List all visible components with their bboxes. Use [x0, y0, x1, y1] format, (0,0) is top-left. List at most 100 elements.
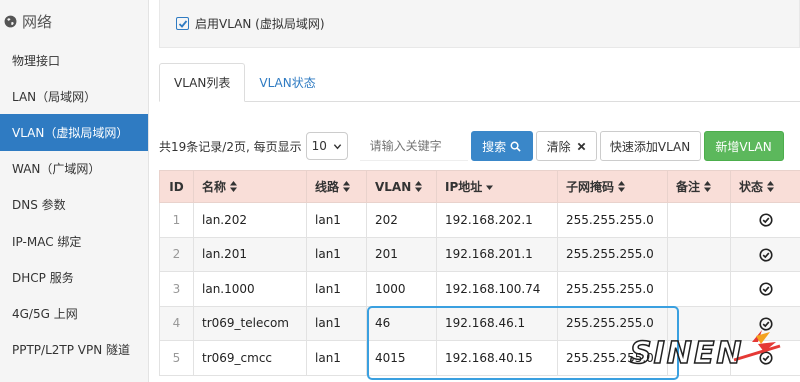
sidebar-item[interactable]: 物理接口 — [0, 42, 148, 78]
col-header-vlan[interactable]: VLAN — [366, 170, 437, 203]
cell-line: lan1 — [306, 271, 367, 307]
cell-vlan: 46 — [366, 305, 437, 341]
watermark-text: SINEN — [629, 335, 744, 372]
sidebar-item[interactable]: WAN（广域网） — [0, 151, 148, 187]
col-header-ip[interactable]: IP地址 — [436, 170, 558, 203]
add-vlan-button[interactable]: 新增VLAN — [703, 131, 784, 161]
cell-status[interactable] — [730, 271, 800, 307]
table-row[interactable]: 1 lan.202 lan1 202 192.168.202.1 255.255.255.… — [159, 202, 800, 238]
col-header-remark[interactable]: 备注 — [667, 170, 731, 203]
sort-icon — [618, 181, 626, 192]
chevron-down-icon — [333, 143, 341, 149]
sort-icon — [704, 181, 712, 192]
sort-icon — [767, 181, 775, 192]
cell-status[interactable] — [730, 202, 800, 238]
cell-name: lan.202 — [193, 202, 307, 238]
search-icon — [510, 141, 521, 152]
cell-mask: 255.255.255.0 — [557, 236, 668, 272]
col-header-status[interactable]: 状态 — [730, 170, 800, 203]
sort-icon — [343, 181, 351, 192]
sort-icon — [230, 181, 238, 192]
checkmark-icon — [178, 19, 187, 28]
sidebar-header: 网络 — [0, 0, 148, 42]
cell-remark — [667, 236, 731, 272]
cell-id: 3 — [159, 271, 194, 307]
table-row[interactable]: 3 lan.1000 lan1 1000 192.168.100.74 255.255.2… — [159, 271, 800, 307]
col-header-name-label: 名称 — [202, 180, 227, 194]
col-header-vlan-label: VLAN — [375, 179, 412, 194]
col-header-ip-label: IP地址 — [445, 180, 483, 194]
table-header-row: ID 名称 线路 VLAN IP地址 子网掩码 备注 状态 — [159, 170, 800, 203]
quick-add-vlan-button[interactable]: 快速添加VLAN — [599, 131, 701, 161]
sidebar-item[interactable]: VLAN（虚拟局域网） — [0, 114, 148, 151]
col-header-id-label: ID — [169, 179, 184, 194]
cell-name: lan.1000 — [193, 271, 307, 307]
col-header-id: ID — [159, 170, 194, 203]
tab-vlan-status[interactable]: VLAN状态 — [245, 63, 329, 102]
col-header-name[interactable]: 名称 — [193, 170, 307, 203]
col-header-mask[interactable]: 子网掩码 — [557, 170, 668, 203]
sidebar-item[interactable]: DHCP 服务 — [0, 259, 148, 295]
cell-id: 1 — [159, 202, 194, 238]
page-size-select[interactable]: 10 — [305, 132, 348, 160]
search-button[interactable]: 搜索 — [470, 131, 533, 161]
cell-ip: 192.168.46.1 — [436, 305, 558, 341]
check-circle-icon — [758, 247, 773, 262]
vlan-enable-checkbox[interactable] — [176, 17, 189, 30]
cell-status[interactable] — [730, 236, 800, 272]
close-icon — [577, 142, 585, 150]
vlan-enable-bar: 启用VLAN (虚拟局域网) — [159, 0, 800, 48]
cell-line: lan1 — [306, 305, 367, 341]
sidebar-item[interactable]: LAN（局域网） — [0, 78, 148, 114]
sidebar-item[interactable]: IP-MAC 绑定 — [0, 223, 148, 259]
cell-id: 4 — [159, 305, 194, 341]
sidebar-item[interactable]: DNS 参数 — [0, 187, 148, 223]
globe-icon — [4, 15, 17, 27]
cell-remark — [667, 271, 731, 307]
cell-mask: 255.255.255.0 — [557, 271, 668, 307]
search-input[interactable] — [359, 131, 468, 161]
col-header-status-label: 状态 — [739, 180, 764, 194]
sidebar-title: 网络 — [22, 12, 53, 31]
cell-remark — [667, 202, 731, 238]
col-header-line[interactable]: 线路 — [306, 170, 367, 203]
tab-vlan-list[interactable]: VLAN列表 — [159, 63, 246, 102]
cell-line: lan1 — [306, 340, 367, 376]
sidebar: 网络 物理接口 LAN（局域网） VLAN（虚拟局域网） WAN（广域网） DNS 参数… — [0, 0, 149, 382]
cell-vlan: 201 — [366, 236, 437, 272]
clear-button-label: 清除 — [546, 139, 571, 154]
toolbar: 共19条记录/2页, 每页显示 10 搜索 清除 快速添加VLAN 新增VLAN — [159, 130, 800, 162]
cell-ip: 192.168.201.1 — [436, 236, 558, 272]
check-circle-icon — [758, 213, 773, 227]
cell-line: lan1 — [306, 202, 367, 238]
table-row[interactable]: 2 lan.201 lan1 201 192.168.201.1 255.255.255.… — [159, 236, 800, 272]
sidebar-item[interactable]: 4G/5G 上网 — [0, 295, 148, 331]
cell-name: tr069_cmcc — [193, 340, 307, 376]
cell-vlan: 202 — [366, 202, 437, 238]
cell-vlan: 1000 — [366, 271, 437, 307]
watermark-logo: SINEN — [629, 328, 790, 378]
cell-ip: 192.168.100.74 — [436, 271, 558, 307]
search-button-label: 搜索 — [482, 139, 507, 154]
sort-icon — [415, 180, 423, 192]
cell-name: tr069_telecom — [193, 305, 307, 341]
col-header-line-label: 线路 — [315, 180, 340, 194]
check-circle-icon — [758, 282, 773, 296]
vlan-enable-label[interactable]: 启用VLAN (虚拟局域网) — [195, 15, 325, 32]
records-summary: 共19条记录/2页, 每页显示 — [159, 139, 302, 154]
page-size-value: 10 — [311, 139, 327, 153]
cell-id: 5 — [159, 340, 194, 376]
cell-mask: 255.255.255.0 — [557, 202, 668, 238]
tab-bar: VLAN列表 VLAN状态 — [159, 63, 800, 102]
cell-ip: 192.168.40.15 — [436, 340, 558, 376]
clear-button[interactable]: 清除 — [535, 131, 597, 161]
main-content: 启用VLAN (虚拟局域网) VLAN列表 VLAN状态 共19条记录/2页, … — [149, 0, 800, 382]
cell-vlan: 4015 — [366, 340, 437, 376]
col-header-mask-label: 子网掩码 — [566, 180, 615, 194]
sidebar-item[interactable]: PPTP/L2TP VPN 隧道 — [0, 332, 148, 368]
cell-line: lan1 — [306, 236, 367, 272]
col-header-remark-label: 备注 — [676, 180, 701, 194]
cell-ip: 192.168.202.1 — [436, 202, 558, 238]
cell-id: 2 — [159, 236, 194, 272]
sort-desc-icon — [486, 185, 494, 190]
